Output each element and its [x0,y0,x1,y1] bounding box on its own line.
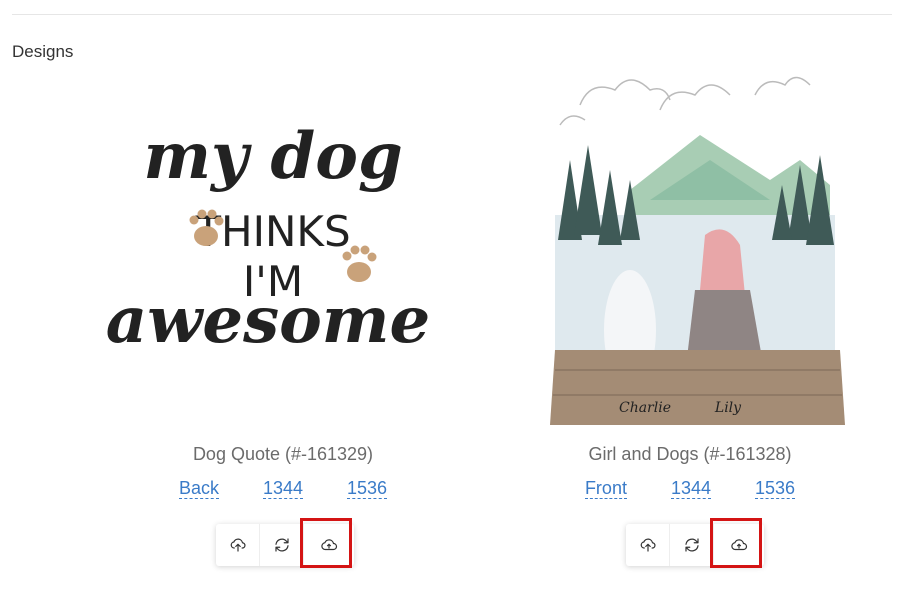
side-link-back[interactable]: Back [178,478,219,499]
design-preview-image[interactable]: Charlie Lily [470,50,910,430]
design-card-girl-and-dogs: Charlie Lily Girl and Dogs (#-161328) Fr… [470,50,910,590]
side-link-front[interactable]: Front [584,478,627,499]
artwork-name-1: Charlie [619,400,671,416]
upload-cloud-icon [640,538,656,552]
upload-cloud-icon [230,538,246,552]
artwork-text-line2: THINKS [194,207,350,256]
upload-cloud-icon [321,539,338,551]
upload-cloud-icon [731,539,748,551]
height-link[interactable]: 1536 [755,478,796,499]
design-title: Girl and Dogs (#-161328) [588,444,792,464]
top-divider [12,14,892,15]
artwork-text-line4: awesome [106,283,430,358]
design-links: Back 1344 1536 [63,478,503,499]
artwork-text-line1: my dog [143,119,402,194]
upload-button[interactable] [216,524,260,566]
design-preview-image[interactable]: my dog THINKS I'M awesome [63,50,503,430]
dog-quote-artwork: my dog THINKS I'M awesome [106,119,430,358]
width-link[interactable]: 1344 [262,478,304,499]
upload-replace-button[interactable] [710,518,764,568]
girl-and-dogs-artwork: Charlie Lily [550,76,845,425]
refresh-icon [684,538,699,552]
upload-replace-button[interactable] [300,518,354,568]
upload-button[interactable] [626,524,670,566]
design-links: Front 1344 1536 [470,478,910,499]
design-action-group [216,518,354,568]
artwork-name-2: Lily [714,400,742,416]
width-link[interactable]: 1344 [670,478,711,499]
design-card-dog-quote: my dog THINKS I'M awesome Dog Quote (#-1… [63,50,503,590]
design-title: Dog Quote (#-161329) [192,444,374,464]
refresh-icon [274,538,289,552]
design-action-group [626,518,764,568]
height-link[interactable]: 1536 [347,478,388,499]
regenerate-button[interactable] [670,524,714,566]
regenerate-button[interactable] [260,524,304,566]
